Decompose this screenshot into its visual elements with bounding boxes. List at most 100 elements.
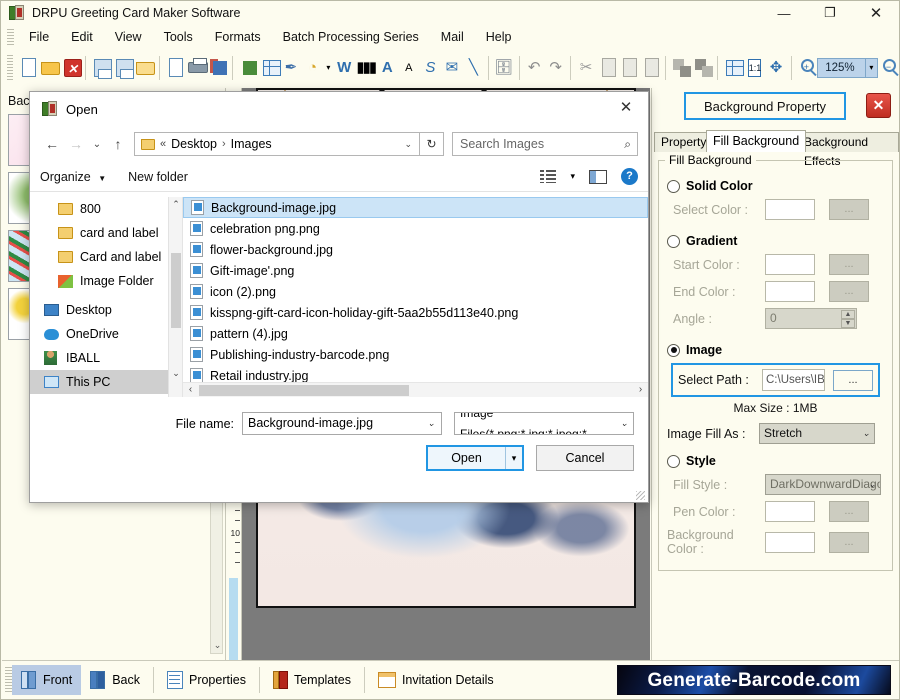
shape-icon[interactable] (238, 56, 258, 80)
minimize-button[interactable]: — (761, 1, 807, 25)
file-list-item[interactable]: pattern (4).jpg (183, 323, 648, 344)
tab-property[interactable]: Property (654, 132, 714, 152)
tab-fill-background[interactable]: Fill Background (706, 130, 807, 152)
picture-dropdown-icon[interactable]: ▾ (324, 56, 332, 80)
nav-item-card-and-label-2[interactable]: Card and label (30, 245, 182, 269)
pen-color-swatch[interactable] (765, 501, 815, 522)
nav-item-iball[interactable]: IBALL (30, 346, 182, 370)
background-color-browse-button[interactable]: ... (829, 531, 869, 553)
gradient-radio[interactable] (667, 234, 680, 248)
delete-icon[interactable] (641, 56, 661, 80)
file-list[interactable]: Background-image.jpg celebration png.png… (182, 197, 648, 397)
nav-item-this-pc[interactable]: This PC (30, 370, 182, 394)
insert-image-icon[interactable] (260, 56, 281, 80)
open-button[interactable]: Open ▾ (426, 445, 524, 471)
preview-pane-icon[interactable] (589, 169, 607, 184)
image-radio[interactable] (667, 343, 680, 357)
zoom-level-input[interactable]: 125% (817, 58, 867, 78)
mail-icon[interactable]: ✉ (442, 56, 462, 80)
style-radio-row[interactable]: Style (667, 454, 884, 468)
breadcrumb-desktop[interactable]: Desktop (171, 137, 217, 151)
menu-item-formats[interactable]: Formats (204, 27, 272, 47)
file-type-filter-select[interactable]: Image Files(*.png;*.jpg;*.jpeg;*. ⌄ (454, 412, 634, 435)
menu-grip[interactable] (7, 29, 14, 45)
scrollbar-thumb[interactable] (199, 385, 409, 396)
up-one-level-icon[interactable]: ↑ (106, 136, 130, 152)
menu-item-file[interactable]: File (18, 27, 60, 47)
chevron-down-icon[interactable]: ⌄ (427, 413, 435, 434)
fill-style-select[interactable]: DarkDownwardDiagona ⌄ (765, 474, 881, 495)
file-list-item[interactable]: Publishing-industry-barcode.png (183, 344, 648, 365)
back-icon[interactable]: ← (40, 136, 64, 152)
view-mode-chevron-down-icon[interactable]: ▾ (570, 171, 575, 182)
pen-color-browse-button[interactable]: ... (829, 501, 869, 522)
cancel-button[interactable]: Cancel (536, 445, 634, 471)
paste-icon[interactable] (619, 56, 639, 80)
file-list-item[interactable]: flower-background.jpg (183, 239, 648, 260)
save-as-icon[interactable] (113, 56, 134, 80)
close-document-icon[interactable] (61, 56, 82, 80)
select-color-browse-button[interactable]: ... (829, 199, 869, 220)
organize-button[interactable]: Organize ▼ (40, 170, 106, 184)
status-item-back[interactable]: Back (81, 665, 149, 695)
watermark-icon[interactable]: W (334, 56, 354, 80)
menu-item-help[interactable]: Help (475, 27, 523, 47)
angle-increment-icon[interactable]: ▲ (841, 310, 855, 319)
image-radio-row[interactable]: Image (667, 343, 884, 357)
print-preview-icon[interactable] (208, 56, 228, 80)
zoom-in-icon[interactable]: + (797, 56, 817, 80)
angle-decrement-icon[interactable]: ▼ (841, 319, 855, 328)
new-document-icon[interactable] (18, 56, 38, 80)
image-fill-as-select[interactable]: Stretch ⌄ (759, 423, 875, 444)
breadcrumb-images[interactable]: Images (231, 137, 272, 151)
open-folder-icon[interactable] (39, 56, 61, 80)
dialog-resize-grip[interactable] (636, 491, 645, 500)
text-small-icon[interactable]: A (399, 56, 419, 80)
actual-size-icon[interactable]: 1:1 (745, 56, 765, 80)
nav-item-onedrive[interactable]: OneDrive (30, 322, 182, 346)
pen-icon[interactable]: ✒ (281, 56, 301, 80)
view-mode-icon[interactable] (540, 170, 557, 183)
page-setup-icon[interactable] (165, 56, 185, 80)
file-list-item[interactable]: kisspng-gift-card-icon-holiday-gift-5aa2… (183, 302, 648, 323)
chevron-down-icon[interactable]: ⌄ (397, 139, 419, 150)
address-bar[interactable]: « Desktop › Images ⌄ (134, 132, 420, 156)
scroll-down-icon[interactable]: ⌄ (169, 366, 182, 382)
navigation-pane[interactable]: 800 card and label Card and label Image … (30, 197, 182, 397)
status-item-properties[interactable]: Properties (158, 665, 255, 695)
zoom-out-icon[interactable]: − (879, 56, 899, 80)
file-list-horizontal-scrollbar[interactable]: ‹ › (183, 382, 648, 397)
nav-item-libraries[interactable]: Libraries (30, 394, 182, 397)
line-icon[interactable]: ╲ (464, 56, 484, 80)
end-color-swatch[interactable] (765, 281, 815, 302)
help-icon[interactable]: ? (621, 168, 638, 185)
gradient-radio-row[interactable]: Gradient (667, 234, 884, 248)
bring-front-icon[interactable] (671, 56, 692, 80)
maximize-button[interactable]: ❐ (807, 1, 853, 25)
print-icon[interactable] (186, 56, 209, 80)
scroll-right-icon[interactable]: › (633, 383, 648, 397)
end-color-browse-button[interactable]: ... (829, 281, 869, 302)
nav-item-desktop[interactable]: Desktop (30, 298, 182, 322)
tab-background-effects[interactable]: Background Effects (797, 132, 899, 168)
redo-icon[interactable]: ↷ (546, 56, 566, 80)
background-property-close-button[interactable]: ✕ (866, 93, 891, 118)
send-back-icon[interactable] (693, 56, 713, 80)
grid-icon[interactable] (723, 56, 745, 80)
file-name-input[interactable]: Background-image.jpg ⌄ (242, 412, 442, 435)
nav-item-image-folder[interactable]: Image Folder (30, 269, 182, 293)
search-input[interactable]: Search Images ⌕ (452, 132, 638, 156)
angle-spinner[interactable]: 0 ▲ ▼ (765, 308, 857, 329)
scrollbar-thumb[interactable] (171, 253, 181, 328)
style-radio[interactable] (667, 454, 680, 468)
save-icon[interactable] (91, 56, 113, 80)
select-path-input[interactable]: C:\Users\IBALL\Des (762, 369, 825, 391)
forward-icon[interactable]: → (64, 136, 88, 152)
undo-icon[interactable]: ↶ (524, 56, 544, 80)
new-folder-button[interactable]: New folder (128, 170, 188, 184)
scroll-down-icon[interactable]: ⌄ (211, 639, 224, 653)
background-color-swatch[interactable] (765, 531, 815, 553)
nav-item-800[interactable]: 800 (30, 197, 182, 221)
barcode-icon[interactable]: ▮▮▮ (356, 56, 377, 80)
file-list-item[interactable]: Background-image.jpg (183, 197, 648, 218)
